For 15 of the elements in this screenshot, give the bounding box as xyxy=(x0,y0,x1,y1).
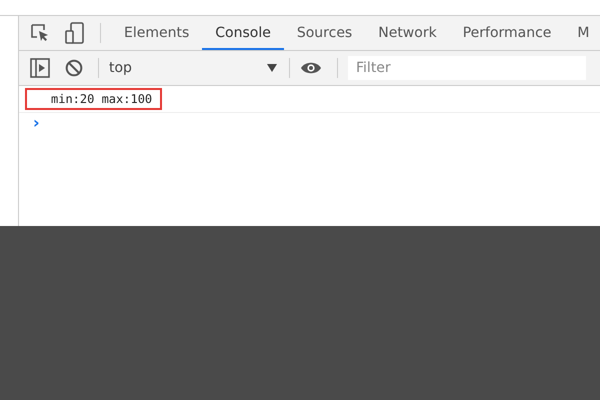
eye-icon[interactable] xyxy=(300,61,322,75)
tab[interactable]: Elements xyxy=(111,16,202,50)
device-icon[interactable] xyxy=(65,22,85,44)
context-select[interactable]: top xyxy=(109,60,277,76)
prompt-caret: › xyxy=(33,113,40,132)
tab[interactable]: Sources xyxy=(284,16,366,50)
tab[interactable]: M xyxy=(564,16,600,50)
filter-field[interactable]: Filter xyxy=(348,56,586,80)
tab[interactable]: Network xyxy=(365,16,450,50)
sidebar-icon[interactable] xyxy=(30,58,50,78)
clear-icon[interactable] xyxy=(65,59,83,77)
console-message: min:20 max:100 xyxy=(25,88,162,110)
inspect-icon[interactable] xyxy=(30,23,50,43)
dropdown-arrow-icon xyxy=(267,64,277,72)
tab[interactable]: Performance xyxy=(450,16,564,50)
